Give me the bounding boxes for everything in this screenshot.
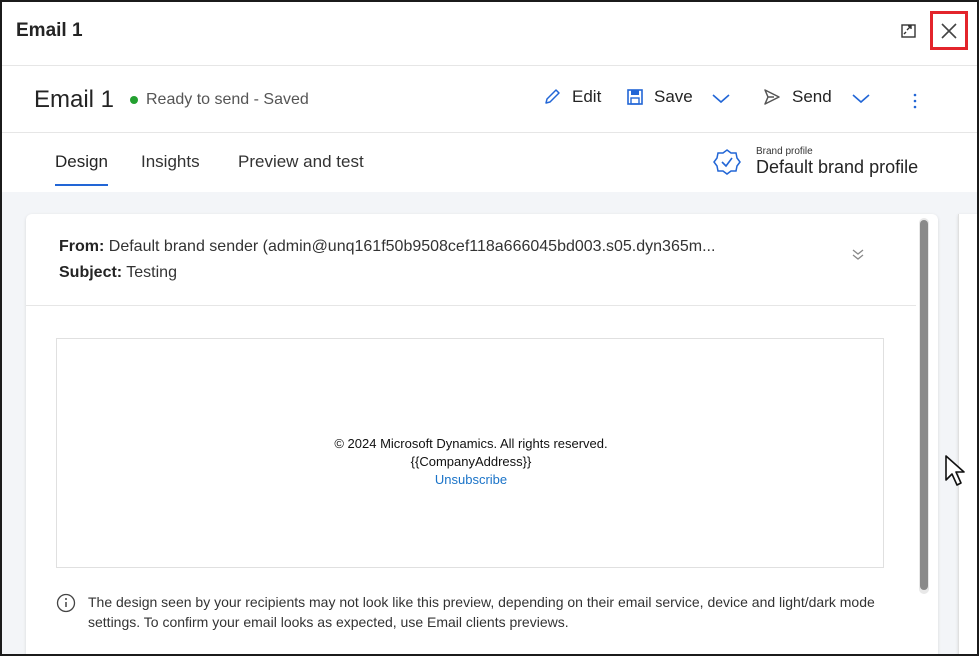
subject-label: Subject: — [59, 264, 123, 281]
tab-design[interactable]: Design — [55, 152, 108, 186]
command-bar: Email 1 Ready to send - Saved Edit Save — [2, 67, 977, 133]
status-dot-icon — [130, 96, 138, 104]
subject-value: Testing — [126, 264, 177, 281]
edit-label: Edit — [572, 87, 602, 106]
save-button[interactable]: Save — [626, 87, 693, 107]
email-title: Email 1 — [34, 86, 115, 113]
copyright-text: © 2024 Microsoft Dynamics. All rights re… — [334, 436, 608, 451]
tab-preview-and-test[interactable]: Preview and test — [238, 152, 364, 184]
from-value: Default brand sender (admin@unq161f50b95… — [108, 238, 716, 255]
side-panel-edge — [958, 214, 977, 654]
save-options-chevron-icon[interactable] — [711, 93, 731, 105]
send-label: Send — [792, 87, 832, 106]
brand-profile-selector[interactable]: Brand profile Default brand profile — [712, 147, 918, 177]
send-icon — [764, 89, 780, 105]
brand-profile-caption: Brand profile — [756, 146, 813, 157]
brand-profile-value: Default brand profile — [756, 157, 919, 177]
unsubscribe-link[interactable]: Unsubscribe — [57, 471, 885, 489]
info-note-text: The design seen by your recipients may n… — [88, 594, 875, 630]
status-indicator: Ready to send - Saved — [130, 91, 309, 109]
expand-icon[interactable] — [899, 21, 919, 41]
email-header: From: Default brand sender (admin@unq161… — [26, 214, 916, 306]
close-icon — [941, 22, 957, 39]
more-vertical-icon[interactable] — [908, 91, 922, 111]
email-footer: © 2024 Microsoft Dynamics. All rights re… — [57, 435, 885, 489]
send-options-chevron-icon[interactable] — [851, 93, 871, 105]
save-label: Save — [654, 87, 693, 106]
content-area: From: Default brand sender (admin@unq161… — [2, 192, 977, 654]
badge-check-icon — [713, 149, 741, 175]
dialog-title-bar: Email 1 — [2, 2, 977, 66]
double-chevron-down-icon[interactable] — [850, 246, 866, 262]
floppy-disk-icon — [627, 89, 643, 105]
scrollbar-thumb[interactable] — [920, 220, 928, 590]
tab-bar: Design Insights Preview and test Brand p… — [2, 134, 977, 192]
send-button[interactable]: Send — [762, 87, 832, 107]
vertical-scrollbar[interactable] — [919, 218, 929, 594]
subject-line: Subject: Testing — [59, 264, 177, 282]
tab-insights[interactable]: Insights — [141, 152, 200, 184]
from-line: From: Default brand sender (admin@unq161… — [59, 238, 715, 256]
email-preview-card: From: Default brand sender (admin@unq161… — [26, 214, 938, 654]
info-icon — [56, 593, 76, 613]
dialog-title: Email 1 — [16, 20, 83, 41]
from-label: From: — [59, 238, 105, 255]
status-text: Ready to send - Saved — [146, 91, 309, 108]
preview-info-note: The design seen by your recipients may n… — [56, 592, 876, 632]
edit-button[interactable]: Edit — [542, 87, 601, 107]
email-dialog: Email 1 Email 1 Ready to send - Saved Ed… — [0, 0, 979, 656]
pencil-icon — [545, 89, 560, 104]
mouse-cursor-icon — [944, 454, 968, 488]
company-address-placeholder: {{CompanyAddress}} — [410, 454, 532, 469]
email-body-preview: © 2024 Microsoft Dynamics. All rights re… — [56, 338, 884, 568]
close-button[interactable] — [930, 11, 968, 50]
